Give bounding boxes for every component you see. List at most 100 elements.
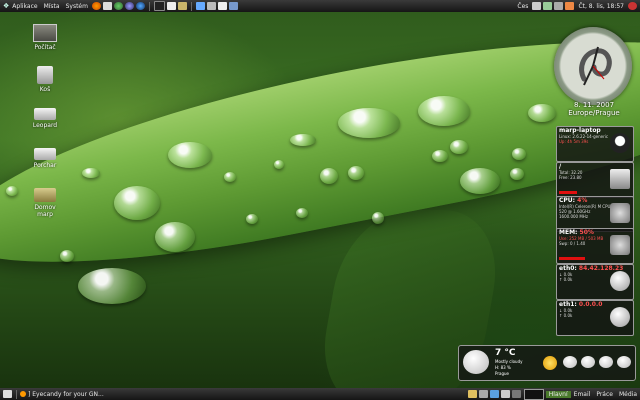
email-launcher-icon[interactable] [102,2,112,10]
desktop-icon-home[interactable]: Domov marp [28,188,62,218]
show-desktop-icon[interactable] [3,390,12,398]
water-drop [460,168,500,194]
desktop-icon-label: Koš [39,86,51,93]
menu-places[interactable]: Místa [41,3,63,10]
clock-face-icon [579,46,612,86]
calendar-launcher-icon[interactable] [217,2,227,10]
workspace-media[interactable]: Média [616,391,640,398]
sysmon-cpu-widget: CPU: 4% Intel(R) Celeron(R) M CPU 520 @ … [556,196,634,232]
tray-app-icon[interactable] [467,390,477,398]
water-drop [348,166,364,180]
desktop-icon-label: Porchar [33,162,57,169]
bottom-panel: ] Eyecandy for your GN... Hlavní Email P… [0,388,640,400]
music-launcher-icon[interactable] [124,2,134,10]
water-drop [418,96,470,126]
water-drop [78,268,146,304]
water-drop [432,150,448,162]
water-drop [320,168,338,184]
home-folder-icon [34,188,56,202]
desktop-icon-porchar[interactable]: Porchar [28,148,62,169]
settings-launcher-icon[interactable] [206,2,216,10]
water-drop [155,222,195,252]
wifi-icon[interactable] [554,2,564,10]
disk-usage-bar [559,191,577,194]
desktop-icon-leopard[interactable]: Leopard [28,108,62,129]
eth0-label: eth0: [559,265,577,272]
water-drop [290,134,316,146]
weather-widget: 7 °C Mostly cloudy H: 83 % Prague [458,345,636,381]
drive-icon [34,108,56,120]
forecast-cloud-icon [581,356,595,368]
network-launcher-icon[interactable] [195,2,205,10]
panel-clock[interactable]: Čt, 8. lis, 18:57 [575,3,627,10]
water-drop [246,214,258,224]
mem-value: 50% [579,229,594,236]
eth1-up: 0.0k [563,313,573,318]
desktop-icon-label: Leopard [32,122,58,129]
web-launcher-icon[interactable] [135,2,145,10]
workspace-work[interactable]: Práce [593,391,616,398]
water-drop [274,160,284,169]
tux-icon [610,133,630,153]
tray-app-icon[interactable] [478,390,488,398]
sysmon-disk-widget: / Total: 32.20 Free: 23.80 [556,162,634,198]
taskbar-item-title: ] Eyecandy for your GN... [28,390,104,398]
forecast-cloud-icon [617,356,631,368]
volume-icon[interactable] [532,2,542,10]
water-drop [82,168,100,178]
folder-launcher-icon[interactable] [177,2,187,10]
keyboard-layout-indicator[interactable]: Čes [514,3,531,10]
panel-separator [190,1,192,11]
harddisk-icon [610,169,630,189]
network-globe-icon [610,271,630,291]
image-launcher-icon[interactable] [228,2,238,10]
water-drop [512,148,526,160]
desktop-icon-label: Počítač [34,44,56,51]
clock-timezone: Europe/Prague [568,109,620,117]
panel-separator [16,389,17,399]
eth0-up: 0.0k [563,277,573,282]
desktop-icon-computer[interactable]: Počítač [28,24,62,51]
menu-applications[interactable]: Aplikace [9,3,40,10]
cloudy-weather-icon [463,350,489,374]
menu-system[interactable]: Systém [63,3,91,10]
workspace-email[interactable]: Email [571,391,594,398]
weather-humidity: H: 83 % [495,365,511,370]
weather-location: Prague [495,371,509,376]
tray-app-icon[interactable] [489,390,499,398]
water-drop [338,108,400,138]
water-drop [168,142,212,168]
sysmon-eth0-widget: eth0: 84.42.128.23 ↓ 0.0k ↑ 0.0k [556,264,634,300]
water-drop [510,168,524,180]
clock-date-block: 8. 11. 2007 Europe/Prague [552,101,636,117]
clock-date: 8. 11. 2007 [573,101,615,109]
update-icon[interactable] [565,2,575,10]
desktop-wallpaper [0,0,640,400]
weather-temp: 7 °C [495,348,516,358]
workspace-thumbnail[interactable] [523,388,544,400]
battery-icon[interactable] [543,2,553,10]
tray-app-icon[interactable] [511,390,521,398]
chat-launcher-icon[interactable] [113,2,123,10]
water-drop [296,208,308,218]
desktop-icon-label: Domov marp [34,204,56,218]
water-drop [6,186,18,196]
sysmon-host-widget: marp-laptop Linux: 2.6.22-14-generic Up:… [556,126,634,162]
network-globe-icon [610,307,630,327]
workspace-main[interactable]: Hlavní [545,390,571,398]
desktop-icon-trash[interactable]: Koš [28,66,62,93]
editor-launcher-icon[interactable] [166,2,176,10]
water-drop [224,172,236,182]
water-drop [450,140,468,154]
firefox-launcher-icon[interactable] [91,2,101,10]
shutdown-icon[interactable] [628,2,637,10]
memory-icon [610,235,630,255]
terminal-launcher-icon[interactable] [153,1,165,11]
mem-usage-bar [559,257,585,260]
taskbar-item[interactable]: ] Eyecandy for your GN... [20,391,104,398]
sysmon-mem-widget: MEM: 50% Use: 252 MB / 503 MB Swp: 0 / 1… [556,228,634,264]
computer-icon [33,24,57,42]
window-icon [20,391,26,397]
tray-app-icon[interactable] [500,390,510,398]
cpu-value: 4% [577,197,588,204]
